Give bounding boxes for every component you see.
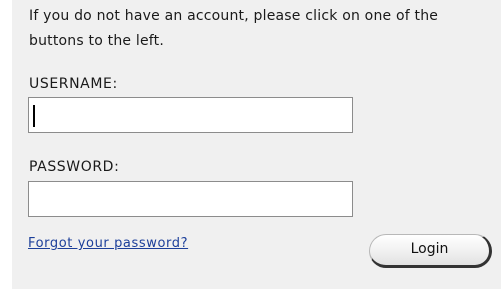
intro-text: If you do not have an account, please cl… bbox=[29, 8, 439, 49]
username-label: USERNAME: bbox=[29, 76, 118, 92]
username-input[interactable] bbox=[28, 97, 353, 133]
text-cursor bbox=[33, 105, 35, 127]
password-input[interactable] bbox=[28, 181, 353, 217]
forgot-password-link[interactable]: Forgot your password? bbox=[28, 236, 188, 251]
password-label: PASSWORD: bbox=[29, 159, 120, 175]
login-button[interactable]: Login bbox=[369, 234, 492, 268]
login-panel: If you do not have an account, please cl… bbox=[12, 0, 501, 289]
